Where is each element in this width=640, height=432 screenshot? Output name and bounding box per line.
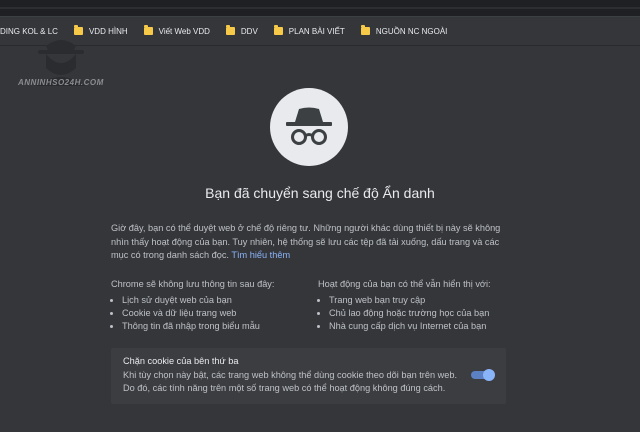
folder-icon [143, 25, 153, 35]
bookmark-label: NGUỒN NC NGOÀI [375, 26, 448, 36]
folder-icon [225, 25, 235, 35]
not-saved-list: Lịch sử duyệt web của bạn Cookie và dữ l… [111, 294, 311, 333]
third-party-cookie-card: Chặn cookie của bên thứ ba Khi tùy chọn … [111, 348, 506, 404]
list-item: Nhà cung cấp dịch vụ Internet của bạn [329, 320, 518, 333]
list-item: Trang web bạn truy cập [329, 294, 518, 307]
bookmark-label: DDV [240, 26, 258, 36]
cookie-description: Khi tùy chọn này bật, các trang web khôn… [123, 370, 458, 393]
list-item: Thông tin đã nhập trong biểu mẫu [122, 320, 311, 333]
visible-to-heading: Hoạt động của bạn có thể vẫn hiển thị vớ… [318, 279, 491, 289]
incognito-icon-circle [270, 88, 348, 166]
bookmark-ddv[interactable]: DDV [220, 20, 268, 42]
intro-paragraph: Giờ đây, bạn có thể duyệt web ở chế độ r… [111, 223, 501, 260]
bookmark-plan-bai-viet[interactable]: PLAN BÀI VIẾT [268, 20, 355, 42]
incognito-icon [286, 107, 332, 145]
page-title: Bạn đã chuyển sang chế độ Ẩn danh [205, 185, 435, 201]
folder-icon [360, 25, 370, 35]
bookmark-nguon-nc-ngoai[interactable]: NGUỒN NC NGOÀI [355, 20, 458, 42]
folder-icon [273, 25, 283, 35]
list-item: Lịch sử duyệt web của bạn [122, 294, 311, 307]
title-bar [0, 7, 640, 9]
block-cookies-toggle[interactable] [471, 369, 495, 381]
window-top-strip [0, 0, 640, 17]
list-item: Cookie và dữ liệu trang web [122, 307, 311, 320]
learn-more-link[interactable]: Tìm hiểu thêm [231, 250, 290, 260]
intro-text: Giờ đây, bạn có thể duyệt web ở chế độ r… [111, 222, 511, 263]
cookie-title: Chặn cookie của bên thứ ba [123, 356, 239, 366]
visible-to-list: Trang web bạn truy cập Chủ lao động hoặc… [318, 294, 518, 333]
bookmark-viet-web-vdd[interactable]: Viết Web VDD [138, 20, 220, 42]
toggle-knob [483, 369, 495, 381]
list-item: Chủ lao động hoặc trường học của bạn [329, 307, 518, 320]
visible-to-column: Hoạt động của bạn có thể vẫn hiển thị vớ… [318, 279, 518, 333]
bookmark-label: PLAN BÀI VIẾT [288, 26, 345, 36]
not-saved-heading: Chrome sẽ không lưu thông tin sau đây: [111, 279, 275, 289]
bookmark-label: Viết Web VDD [158, 26, 210, 36]
watermark-text: ANNINHSO24H.COM [18, 78, 104, 87]
not-saved-column: Chrome sẽ không lưu thông tin sau đây: L… [111, 279, 311, 333]
